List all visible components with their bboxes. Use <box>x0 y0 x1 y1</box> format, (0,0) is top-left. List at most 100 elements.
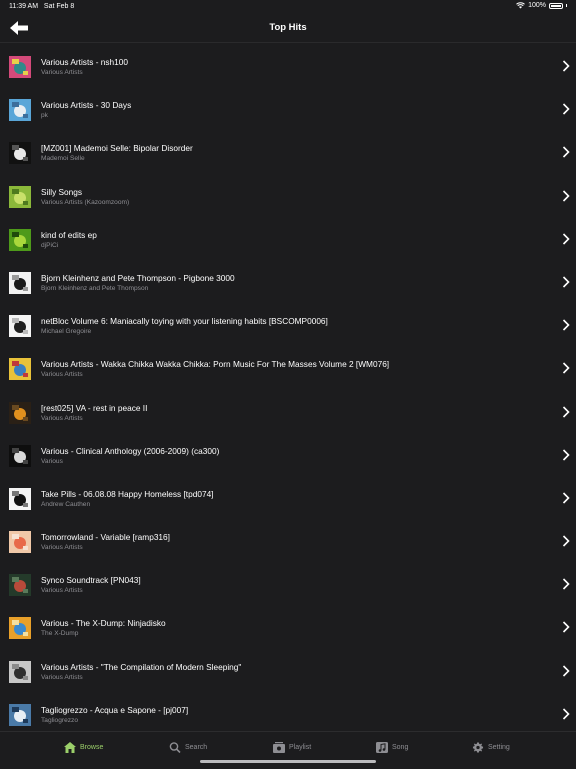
item-title: Various Artists - nsh100 <box>41 57 129 67</box>
tab-song[interactable]: Song <box>376 740 408 754</box>
item-subtitle: Bjorn Kleinhenz and Pete Thompson <box>41 284 149 292</box>
chevron-right-icon <box>562 621 570 634</box>
chevron-right-icon <box>562 233 570 245</box>
home-indicator <box>200 760 376 763</box>
item-subtitle: djPiCi <box>41 241 59 249</box>
album-art <box>9 315 31 338</box>
list-item[interactable]: kind of edits ep djPiCi <box>0 218 576 261</box>
list-item[interactable]: Synco Soundtrack [PN043] Various Artists <box>0 563 576 606</box>
playlist-icon <box>273 741 285 753</box>
chevron-right-icon <box>562 103 570 115</box>
item-title: Various Artists - "The Compilation of Mo… <box>41 661 242 672</box>
chevron-right-icon <box>562 319 570 331</box>
item-subtitle: Andrew Cauthen <box>41 500 91 508</box>
item-title: Various Artists - Wakka Chikka Wakka Chi… <box>41 359 390 370</box>
album-art <box>9 444 31 467</box>
chevron-right-icon <box>562 665 570 677</box>
item-title: Tomorrowland - Variable [ramp316] <box>41 532 170 543</box>
chevron-right-icon <box>562 276 570 288</box>
album-art <box>9 271 31 294</box>
list-item[interactable]: Various Artists - nsh100 Various Artists <box>0 45 576 88</box>
tab-search[interactable]: Search <box>169 740 207 754</box>
page-title: Top Hits <box>269 22 307 33</box>
item-title: Take Pills - 06.08.08 Happy Homeless [tp… <box>41 488 214 499</box>
gear-icon <box>472 741 484 753</box>
item-title: Various Artists - 30 Days <box>41 100 132 111</box>
tab-browse[interactable]: Browse <box>64 740 103 754</box>
album-art <box>9 574 31 597</box>
album-art <box>9 99 31 122</box>
album-art <box>9 531 31 554</box>
chevron-right-icon <box>562 60 570 72</box>
list-item[interactable]: Bjorn Kleinhenz and Pete Thompson - Pigb… <box>0 261 576 304</box>
item-subtitle: Mademoi Selle <box>41 155 85 163</box>
album-art <box>9 358 31 381</box>
status-bar: 11:39 AM Sat Feb 8 100% <box>0 0 576 14</box>
chevron-right-icon <box>562 449 570 461</box>
item-title: [rest025] VA - rest in peace II <box>41 402 148 413</box>
chevron-right-icon <box>562 492 570 504</box>
chevron-right-icon <box>562 578 570 590</box>
item-title: Bjorn Kleinhenz and Pete Thompson - Pigb… <box>41 272 235 283</box>
tab-label: Browse <box>80 743 104 751</box>
item-subtitle: Various Artists <box>41 544 83 552</box>
item-subtitle: Various Artists <box>41 414 83 422</box>
home-icon <box>64 741 76 753</box>
chevron-right-icon <box>562 362 570 374</box>
album-art <box>9 703 31 726</box>
album-art <box>9 401 31 424</box>
tab-label: Song <box>392 743 409 751</box>
chevron-right-icon <box>562 189 570 202</box>
item-title: [MZ001] Mademoi Selle: Bipolar Disorder <box>41 143 193 154</box>
tab-label: Playlist <box>289 743 312 751</box>
nav-bar: Top Hits <box>0 14 576 43</box>
album-art <box>9 142 31 165</box>
tab-bar: Browse Search Playlist Song Setting <box>0 731 576 769</box>
tab-setting[interactable]: Setting <box>472 740 510 754</box>
chevron-right-icon <box>562 708 570 720</box>
album-art <box>9 660 31 683</box>
list-item[interactable]: netBloc Volume 6: Maniacally toying with… <box>0 304 576 347</box>
list-item[interactable]: Various - The X-Dump: Ninjadisko The X-Du… <box>0 606 576 649</box>
item-subtitle: Michael Gregoire <box>41 328 92 336</box>
list-item[interactable]: [rest025] VA - rest in peace II Various A… <box>0 391 576 434</box>
battery-percent: 100% <box>528 2 546 9</box>
list-item[interactable]: Various Artists - "The Compilation of Mo… <box>0 650 576 693</box>
album-art <box>9 617 31 640</box>
list-item[interactable]: [MZ001] Mademoi Selle: Bipolar Disorder M… <box>0 131 576 174</box>
status-indicators: 100% <box>516 2 567 9</box>
item-title: kind of edits ep <box>41 229 97 240</box>
item-title: netBloc Volume 6: Maniacally toying with… <box>41 316 328 327</box>
list-item[interactable]: Tagliogrezzo - Acqua e Sapone - [pj007] T… <box>0 693 576 730</box>
album-art <box>9 228 31 251</box>
tab-label: Search <box>185 743 208 751</box>
album-art <box>9 56 31 78</box>
album-art <box>9 185 31 208</box>
item-title: Silly Songs <box>41 186 83 197</box>
item-subtitle: The X-Dump <box>41 630 79 638</box>
item-subtitle: Various Artists <box>41 673 83 681</box>
music-note-icon <box>376 741 388 753</box>
list-item[interactable]: Various Artists - Wakka Chikka Wakka Chi… <box>0 347 576 390</box>
item-subtitle: Tagliogrezzo <box>41 716 79 724</box>
item-title: Various - The X-Dump: Ninjadisko <box>41 618 166 629</box>
chevron-right-icon <box>562 535 570 547</box>
chevron-right-icon <box>562 146 570 158</box>
album-art <box>9 487 31 510</box>
item-subtitle: Various Artists (Kazoomzoom) <box>41 198 130 206</box>
tab-playlist[interactable]: Playlist <box>273 740 311 754</box>
album-list: Various Artists - nsh100 Various Artists V… <box>0 45 576 730</box>
search-icon <box>169 741 181 753</box>
list-item[interactable]: Various - Clinical Anthology (2006-2009)… <box>0 434 576 477</box>
list-item[interactable]: Take Pills - 06.08.08 Happy Homeless [tp… <box>0 477 576 520</box>
wifi-icon <box>516 2 525 9</box>
list-item[interactable]: Silly Songs Various Artists (Kazoomzoom) <box>0 175 576 218</box>
list-item[interactable]: Various Artists - 30 Days pk <box>0 88 576 131</box>
item-title: Various - Clinical Anthology (2006-2009)… <box>41 445 220 456</box>
status-time: 11:39 AM Sat Feb 8 <box>9 3 75 10</box>
item-subtitle: Various Artists <box>41 69 83 76</box>
item-subtitle: Various Artists <box>41 587 83 595</box>
item-subtitle: pk <box>41 112 48 120</box>
list-item[interactable]: Tomorrowland - Variable [ramp316] Various… <box>0 520 576 563</box>
chevron-right-icon <box>562 405 570 418</box>
